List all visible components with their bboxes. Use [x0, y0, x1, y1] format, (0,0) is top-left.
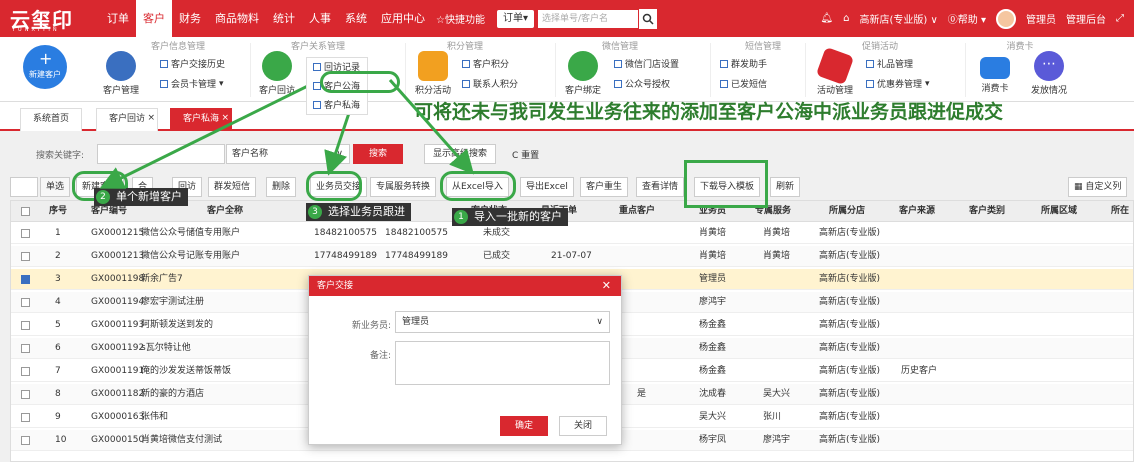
modal-title: 客户交接: [317, 281, 354, 291]
arrow-to-new-customer: [99, 73, 331, 189]
list-icon: [313, 100, 321, 109]
remark-label: 备注:: [369, 351, 391, 361]
close-icon[interactable]: ✕: [602, 276, 611, 296]
handover-modal: 客户交接 ✕ 新业务员: 管理员 ∨ 备注: 确定 关闭: [308, 275, 622, 445]
cancel-button[interactable]: 关闭: [559, 416, 607, 436]
confirm-button[interactable]: 确定: [500, 416, 548, 436]
modal-header: 客户交接 ✕: [309, 276, 621, 296]
new-salesman-label: 新业务员:: [351, 321, 391, 331]
remark-textarea[interactable]: [395, 341, 610, 385]
new-salesman-select[interactable]: 管理员 ∨: [395, 311, 610, 333]
arrow-to-import: [388, 79, 474, 175]
public-sea-highlight: [320, 71, 400, 93]
list-icon: [313, 62, 321, 71]
private-sea-item[interactable]: 客户私海: [313, 98, 360, 111]
chevron-down-icon: ∨: [596, 317, 603, 327]
